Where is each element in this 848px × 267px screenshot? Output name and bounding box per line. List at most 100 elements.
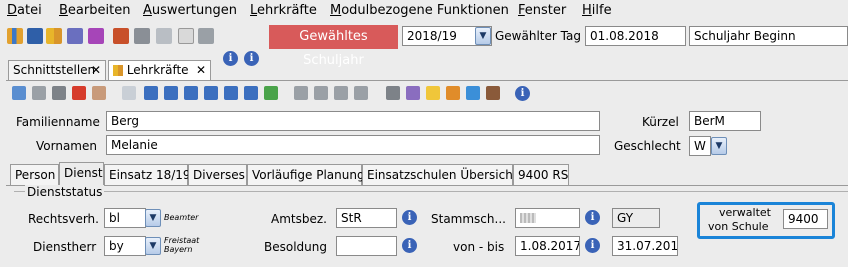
menu-fenster[interactable]: Fenster [518, 3, 566, 18]
info-icon[interactable]: i [223, 51, 238, 66]
clock-icon[interactable] [466, 86, 480, 100]
arrow-left-icon[interactable] [294, 86, 308, 100]
paste-icon[interactable] [354, 86, 368, 100]
bus-icon[interactable] [27, 28, 43, 44]
teachers-icon[interactable] [7, 28, 23, 44]
verwaltet-value: 9400 [788, 212, 819, 226]
tab-einsatz[interactable]: Einsatz 18/19 [104, 164, 191, 186]
bulb-icon[interactable] [426, 86, 440, 100]
chat-icon[interactable] [88, 28, 104, 44]
chevron-down-icon[interactable]: ▼ [475, 27, 491, 45]
document-error-icon[interactable] [178, 28, 194, 44]
verwaltet-field[interactable]: 9400 [783, 209, 828, 229]
tab-person[interactable]: Person [10, 164, 59, 186]
dienstherr-select[interactable]: by [104, 236, 146, 256]
tag-value: 01.08.2018 [590, 29, 659, 43]
menu-modulbezogene-funktionen[interactable]: Modulbezogene Funktionen [330, 3, 509, 18]
bis-field[interactable]: 31.07.2019 [612, 236, 678, 256]
previous-page-icon[interactable] [164, 86, 178, 100]
lightning-icon[interactable] [198, 28, 214, 44]
besoldung-field[interactable] [336, 236, 397, 256]
list-icon[interactable] [122, 86, 136, 100]
von-field[interactable]: 1.08.2017 [515, 236, 580, 256]
vornamen-field[interactable]: Melanie [106, 135, 600, 155]
verwaltet-label-1: verwaltet [719, 206, 771, 219]
menu-hilfe[interactable]: Hilfe [582, 3, 612, 18]
menubar: Datei Bearbeiten Auswertungen Lehrkräfte… [0, 0, 848, 22]
tab-label: Vorläufige Planung [252, 168, 365, 182]
help-icon[interactable]: i [244, 51, 259, 66]
menu-bearbeiten[interactable]: Bearbeiten [59, 3, 130, 18]
tag-label: Gewählter Tag [495, 29, 581, 43]
copy-icon[interactable] [334, 86, 348, 100]
people-icon[interactable] [46, 28, 62, 44]
menu-datei[interactable]: Datei [7, 3, 42, 18]
info-icon[interactable]: i [585, 238, 600, 253]
stammschule-field[interactable] [515, 208, 580, 228]
first-record-icon[interactable] [144, 86, 158, 100]
tab-label: Person [15, 168, 56, 182]
tab-vorlaeufige-planung[interactable]: Vorläufige Planung [247, 164, 365, 186]
familienname-value: Berg [111, 114, 139, 128]
chevron-down-icon[interactable]: ▼ [145, 209, 161, 227]
verwaltet-label-2: von Schule [708, 220, 769, 233]
zeitraum-select[interactable]: Schuljahr Beginn [689, 26, 848, 46]
tab-schnittstellen[interactable]: Schnittstellen ✕ [8, 60, 106, 80]
tab-diverses[interactable]: Diverses [188, 164, 247, 186]
next-record-icon[interactable] [204, 86, 218, 100]
last-record-icon[interactable] [244, 86, 258, 100]
refresh-icon[interactable] [264, 86, 278, 100]
zeitraum-value: Schuljahr Beginn [694, 29, 796, 43]
delete-icon[interactable] [72, 86, 86, 100]
tag-input[interactable]: 01.08.2018 [585, 26, 686, 46]
dienstherr-value: by [109, 239, 124, 253]
new-icon[interactable] [12, 86, 26, 100]
schuljahr-button[interactable]: Gewähltes Schuljahr [269, 25, 398, 68]
info-icon[interactable]: i [402, 238, 417, 253]
chevron-down-icon[interactable]: ▼ [145, 237, 161, 255]
kuerzel-value: BerM [694, 114, 725, 128]
amtsbez-value: StR [341, 211, 362, 225]
document-icon[interactable] [156, 28, 172, 44]
cut-icon[interactable] [314, 86, 328, 100]
info-icon[interactable]: i [402, 210, 417, 225]
kuerzel-field[interactable]: BerM [689, 111, 761, 131]
undo-icon[interactable] [52, 86, 66, 100]
help-icon[interactable]: i [515, 86, 530, 101]
familienname-field[interactable]: Berg [106, 111, 600, 131]
close-icon[interactable]: ✕ [196, 63, 206, 77]
calculator-icon[interactable] [134, 28, 150, 44]
menu-lehrkraefte[interactable]: Lehrkräfte [250, 3, 317, 18]
previous-record-icon[interactable] [184, 86, 198, 100]
geschlecht-select[interactable]: W [689, 136, 711, 156]
chevron-down-icon[interactable]: ▼ [711, 137, 727, 155]
tab-einsatzschulen-uebersicht[interactable]: Einsatzschulen Übersicht [362, 164, 518, 186]
amtsbez-field[interactable]: StR [336, 208, 397, 228]
tab-9400-rs[interactable]: 9400 RS [513, 164, 569, 186]
tab-label: Schnittstellen [13, 63, 96, 77]
bis-value: 31.07.2019 [617, 239, 678, 253]
group-icon[interactable] [67, 28, 83, 44]
geschlecht-label: Geschlecht [614, 139, 681, 153]
contact-icon[interactable] [486, 86, 500, 100]
tab-label: Lehrkräfte [126, 63, 189, 77]
menu-auswertungen[interactable]: Auswertungen [143, 3, 237, 18]
info-icon[interactable]: i [585, 210, 600, 225]
book-icon[interactable] [113, 28, 129, 44]
dienstherr-label: Dienstherr [33, 240, 97, 254]
close-icon[interactable]: ✕ [91, 63, 101, 77]
vonbis-label: von - bis [453, 240, 505, 254]
von-value: 1.08.2017 [520, 239, 580, 253]
rechtsverh-note: Beamter [164, 213, 199, 222]
wand-icon[interactable] [446, 86, 460, 100]
print-icon[interactable] [386, 86, 400, 100]
section-title: Dienststatus [25, 185, 105, 199]
tab-lehrkraefte[interactable]: Lehrkräfte ✕ [108, 60, 211, 80]
rechtsverh-select[interactable]: bl [104, 208, 146, 228]
tab-label: Dienst [64, 166, 103, 180]
preview-icon[interactable] [406, 86, 420, 100]
delete-document-icon[interactable] [92, 86, 106, 100]
save-icon[interactable] [32, 86, 46, 100]
tab-dienst[interactable]: Dienst [59, 162, 104, 186]
next-page-icon[interactable] [224, 86, 238, 100]
